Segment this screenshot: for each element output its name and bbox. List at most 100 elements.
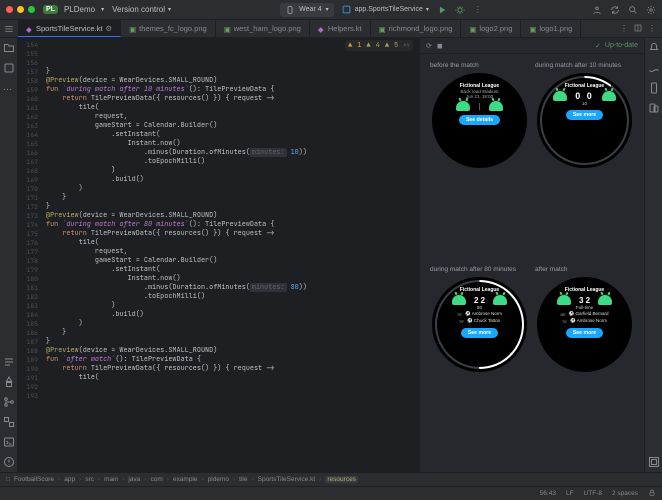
warning-yellow-icon: ▲ [348, 41, 352, 50]
tab-settings-icon[interactable]: ⚙ [105, 24, 112, 33]
breadcrumb-item[interactable]: pldemo [208, 476, 229, 483]
file-tab[interactable]: ◆Helpers.kt [310, 20, 371, 37]
layout-inspector-icon[interactable] [648, 456, 660, 468]
running-devices-icon[interactable] [648, 82, 660, 94]
resource-manager-icon[interactable] [3, 62, 15, 74]
run-button[interactable] [437, 5, 447, 15]
project-dropdown[interactable]: PL PLDemo ▾ [43, 5, 104, 14]
preview-toolbar: ⟳ ◼ ✓ Up-to-date [420, 38, 644, 54]
file-tab[interactable]: ◆SportsTileService.kt⚙ [18, 20, 121, 37]
code-with-me-icon[interactable] [592, 5, 602, 15]
team-logo-right [489, 101, 503, 111]
kotlin-file-icon: ◆ [26, 25, 33, 32]
kotlin-file-icon: ◆ [318, 25, 325, 32]
structure-icon[interactable] [3, 356, 15, 368]
maximize-icon[interactable] [28, 6, 35, 13]
indent[interactable]: 2 spaces [612, 490, 638, 497]
watch-cta-button[interactable]: See details [459, 115, 500, 125]
left-tool-rail: … [0, 38, 18, 472]
project-badge: PL [43, 5, 58, 14]
overflow-icon[interactable]: ⋮ [648, 24, 656, 33]
watch-face: Fictional LeagueBack road StadiumJun 21,… [432, 73, 527, 168]
preview-grid: before the matchFictional LeagueBack roa… [420, 54, 644, 472]
minimize-icon[interactable] [17, 6, 24, 13]
editor[interactable]: 1541551561571581591601611621631641651661… [18, 38, 419, 472]
settings-icon[interactable] [646, 5, 656, 15]
close-icon[interactable] [6, 6, 13, 13]
device-manager-icon[interactable] [648, 102, 660, 114]
services-icon[interactable] [3, 416, 15, 428]
breadcrumb-item[interactable]: java [128, 476, 140, 483]
version-control-dropdown[interactable]: Version control ▾ [112, 5, 171, 14]
project-name: PLDemo [64, 5, 95, 14]
file-tab[interactable]: ▣logo2.png [461, 20, 521, 37]
breadcrumb-item[interactable]: example [173, 476, 198, 483]
breadcrumb-item[interactable]: resources [325, 476, 358, 483]
file-tab[interactable]: ▣west_ham_logo.png [216, 20, 310, 37]
tab-strip: ◆SportsTileService.kt⚙▣themes_fc_logo.pn… [0, 20, 662, 38]
preview-cell[interactable]: during match after 10 minutesFictional L… [535, 62, 634, 260]
breadcrumb-sep-icon: › [122, 476, 124, 483]
preview-refresh-icon[interactable]: ⟳ [426, 42, 432, 50]
caret-position[interactable]: 56:43 [540, 490, 556, 497]
project-tool-icon[interactable] [3, 42, 15, 54]
project-tool-button[interactable] [0, 20, 18, 37]
chevron-down-icon: ▾ [168, 6, 171, 13]
watch-cta-button[interactable]: See more [566, 328, 603, 338]
breadcrumb-item[interactable]: com [150, 476, 162, 483]
more-run-options[interactable]: ⋮ [473, 5, 483, 15]
watch-face: Fictional League2 28070' ⚽ Ambrose Norm7… [432, 277, 527, 372]
tab-label: logo1.png [539, 24, 572, 33]
build-variants-icon[interactable] [3, 376, 15, 388]
tab-label: richmond_logo.png [389, 24, 453, 33]
watch-date: Jun 21, 19:00 [466, 94, 493, 99]
watch-league: Fictional League [565, 287, 604, 293]
run-config-dropdown[interactable]: app.SportsTileService ▾ [342, 5, 429, 15]
problems-icon[interactable] [3, 456, 15, 468]
file-tab[interactable]: ▣themes_fc_logo.png [121, 20, 216, 37]
inspection-overlay[interactable]: ▲1 ▲4 ▲5 ˄˅ [345, 40, 413, 51]
watch-player: 70' ⚽ Ambrose Norm [562, 318, 607, 324]
tab-tools: ⋮ ⋮ [614, 20, 662, 37]
gradle-icon[interactable] [648, 62, 660, 74]
git-icon[interactable] [3, 396, 15, 408]
tabs-dropdown-icon[interactable]: ⋮ [620, 24, 628, 33]
check-icon: ✓ [595, 42, 601, 50]
file-tab[interactable]: ▣logo1.png [521, 20, 581, 37]
breadcrumb-item[interactable]: tile [239, 476, 247, 483]
encoding[interactable]: UTF-8 [584, 490, 602, 497]
device-selector[interactable]: Wear 4 ▾ [280, 3, 333, 17]
breadcrumb-item[interactable]: FootballScore [14, 476, 54, 483]
breadcrumb-sep-icon: › [79, 476, 81, 483]
breadcrumb-sep-icon: › [98, 476, 100, 483]
preview-label: after match [535, 266, 634, 273]
breadcrumb-item[interactable]: src [85, 476, 94, 483]
run-config-label: app.SportsTileService [355, 6, 423, 13]
separator: | [478, 102, 480, 111]
breadcrumb-item[interactable]: app [64, 476, 75, 483]
bookmarks-icon[interactable]: … [3, 82, 15, 94]
notifications-icon[interactable] [648, 42, 660, 54]
breadcrumb-item[interactable]: main [104, 476, 118, 483]
breadcrumb-item[interactable]: SportsTileService.kt [258, 476, 316, 483]
breadcrumb[interactable]: □FootballScore›app›src›main›java›com›exa… [0, 472, 662, 486]
code-area[interactable]: ▲1 ▲4 ▲5 ˄˅ }@Preview(device = WearDevic… [42, 38, 419, 472]
preview-label: during match after 10 minutes [535, 62, 634, 69]
updates-icon[interactable] [610, 5, 620, 15]
terminal-icon[interactable] [3, 436, 15, 448]
warning-tri-icon: ▲ [385, 41, 389, 50]
debug-button[interactable] [455, 5, 465, 15]
breadcrumb-sep-icon: › [167, 476, 169, 483]
preview-cell[interactable]: before the matchFictional LeagueBack roa… [430, 62, 529, 260]
watch-fulltime: Full-time [576, 305, 593, 310]
read-only-icon[interactable] [648, 489, 656, 499]
file-tab[interactable]: ▣richmond_logo.png [371, 20, 462, 37]
preview-stop-icon[interactable]: ◼ [437, 42, 443, 50]
line-separator[interactable]: LF [566, 490, 574, 497]
warning-count: 1 [357, 41, 361, 50]
split-icon[interactable] [634, 24, 642, 34]
watch-player: 85' ⚽ Garfield Bernard [560, 311, 608, 317]
search-everywhere-icon[interactable] [628, 5, 638, 15]
preview-cell[interactable]: during match after 80 minutesFictional L… [430, 266, 529, 464]
preview-cell[interactable]: after matchFictional League3 2Full-time8… [535, 266, 634, 464]
